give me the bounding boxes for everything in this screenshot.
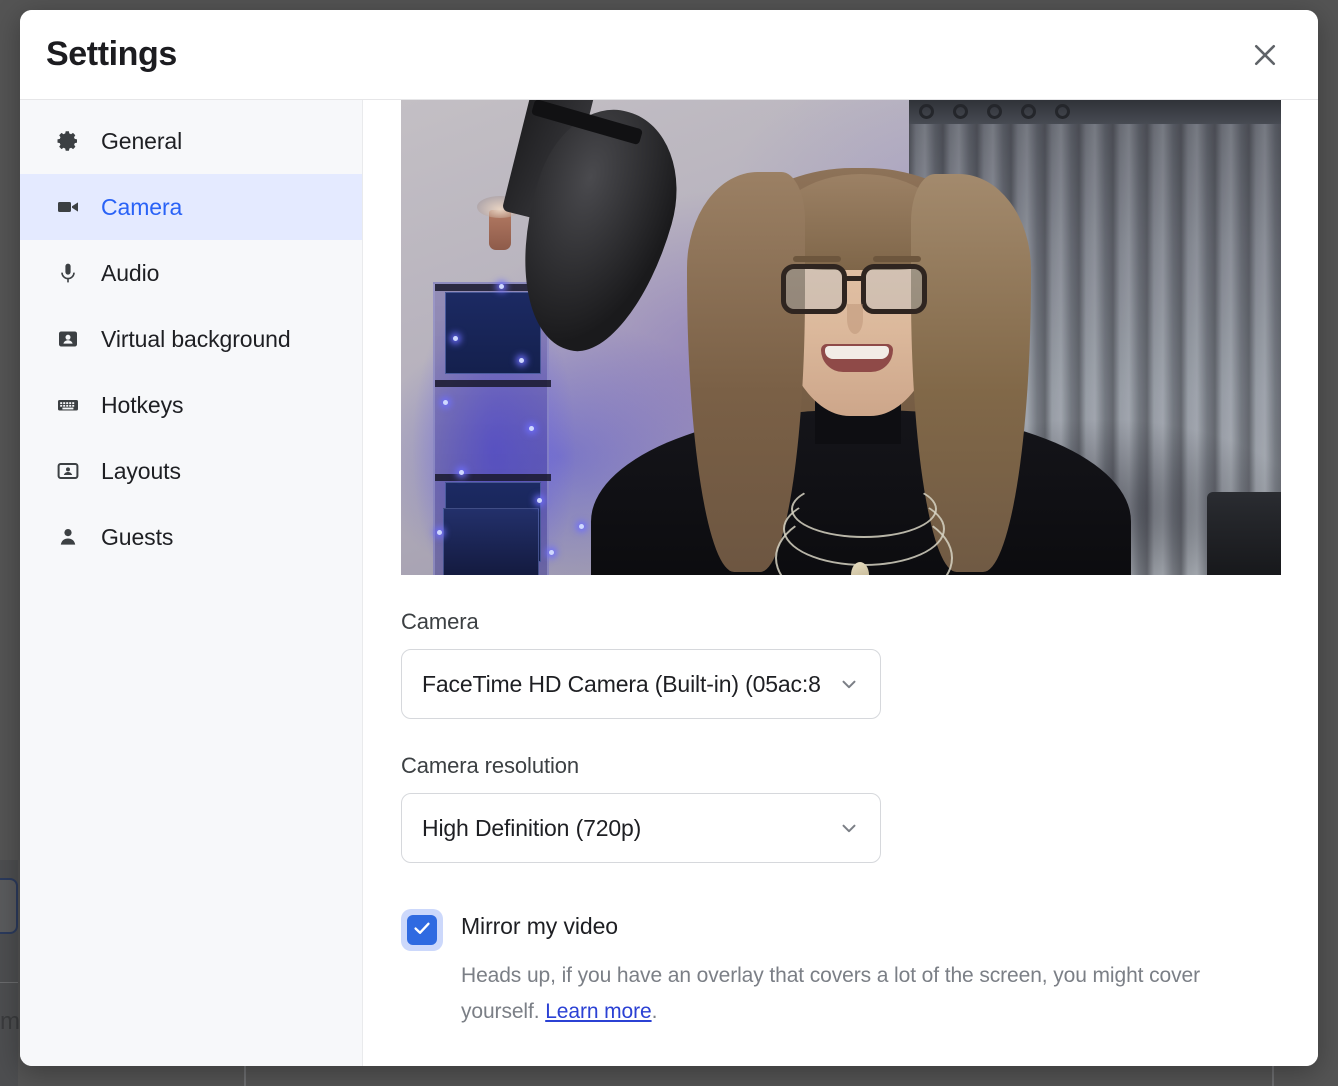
sidebar-item-layouts[interactable]: Layouts <box>20 438 362 504</box>
sidebar-item-hotkeys[interactable]: Hotkeys <box>20 372 362 438</box>
curtain-ring <box>919 104 934 119</box>
close-button[interactable] <box>1242 32 1288 78</box>
check-icon <box>411 917 433 944</box>
sidebar-item-label: Layouts <box>101 458 181 485</box>
person-icon <box>55 524 81 550</box>
fairy-light <box>499 284 504 289</box>
camera-resolution-label: Camera resolution <box>401 753 1318 779</box>
mirror-help-text: Heads up, if you have an overlay that co… <box>461 958 1251 1030</box>
sidebar-item-guests[interactable]: Guests <box>20 504 362 570</box>
fairy-light <box>519 358 524 363</box>
preview-glasses-bridge <box>845 276 863 281</box>
preview-box <box>443 508 539 575</box>
settings-content-camera: Camera FaceTime HD Camera (Built-in) (05… <box>363 100 1318 1066</box>
video-camera-icon <box>55 194 81 220</box>
fairy-light <box>579 524 584 529</box>
sidebar-item-label: Hotkeys <box>101 392 183 419</box>
chevron-down-icon <box>836 671 862 697</box>
sidebar-item-general[interactable]: General <box>20 108 362 174</box>
preview-nose <box>847 304 863 334</box>
shelf-plate <box>435 474 551 481</box>
mirror-text-block: Mirror my video Heads up, if you have an… <box>461 909 1251 1030</box>
curtain-ring <box>953 104 968 119</box>
camera-preview <box>401 100 1281 575</box>
fairy-light <box>549 550 554 555</box>
mirror-my-video-section: Mirror my video Heads up, if you have an… <box>401 909 1318 1030</box>
fairy-light <box>453 336 458 341</box>
sidebar-item-virtual-background[interactable]: Virtual background <box>20 306 362 372</box>
person-card-icon <box>55 326 81 352</box>
camera-field-group: Camera FaceTime HD Camera (Built-in) (05… <box>401 609 1318 719</box>
preview-eyebrow <box>793 256 841 262</box>
dialog-body: General Camera <box>20 100 1318 1066</box>
camera-resolution-select-value: High Definition (720p) <box>422 815 830 842</box>
page-title: Settings <box>44 35 177 74</box>
sidebar-item-label: Virtual background <box>101 326 291 353</box>
sidebar-item-audio[interactable]: Audio <box>20 240 362 306</box>
background-seam <box>1272 1066 1274 1086</box>
sidebar-item-label: Audio <box>101 260 159 287</box>
fairy-light <box>437 530 442 535</box>
camera-label: Camera <box>401 609 1318 635</box>
mirror-my-video-label: Mirror my video <box>461 913 1251 940</box>
fairy-light <box>459 470 464 475</box>
sidebar-item-label: Camera <box>101 194 182 221</box>
curtain-ring <box>1055 104 1070 119</box>
fairy-light <box>537 498 542 503</box>
fairy-light <box>443 400 448 405</box>
checkbox-box <box>407 915 437 945</box>
close-icon <box>1250 40 1280 70</box>
camera-resolution-select[interactable]: High Definition (720p) <box>401 793 881 863</box>
dialog-header: Settings <box>20 10 1318 100</box>
settings-sidebar: General Camera <box>20 100 363 1066</box>
preview-glasses-lens <box>781 264 847 314</box>
preview-glasses-lens <box>861 264 927 314</box>
layout-card-icon <box>55 458 81 484</box>
sidebar-item-camera[interactable]: Camera <box>20 174 362 240</box>
background-focused-control <box>0 878 18 934</box>
settings-dialog: Settings General <box>20 10 1318 1066</box>
mirror-my-video-checkbox[interactable] <box>401 909 443 951</box>
fairy-light <box>529 426 534 431</box>
preview-person <box>669 158 1049 575</box>
microphone-icon <box>55 260 81 286</box>
background-text-fragment: m <box>0 1010 20 1034</box>
mirror-help-text-after: . <box>652 1000 658 1023</box>
background-seam <box>244 1066 246 1086</box>
background-divider <box>0 982 18 983</box>
sidebar-item-label: Guests <box>101 524 173 551</box>
sidebar-item-label: General <box>101 128 182 155</box>
resolution-field-group: Camera resolution High Definition (720p) <box>401 753 1318 863</box>
camera-select[interactable]: FaceTime HD Camera (Built-in) (05ac:8 <box>401 649 881 719</box>
curtain-ring <box>987 104 1002 119</box>
learn-more-link[interactable]: Learn more <box>545 1000 651 1023</box>
keyboard-icon <box>55 392 81 418</box>
preview-chair <box>1207 492 1281 575</box>
shelf-poster <box>445 292 541 374</box>
gear-icon <box>55 128 81 154</box>
shelf-plate <box>435 380 551 387</box>
curtain-ring <box>1021 104 1036 119</box>
preview-teeth <box>825 346 889 359</box>
chevron-down-icon <box>836 815 862 841</box>
camera-select-value: FaceTime HD Camera (Built-in) (05ac:8 <box>422 671 830 698</box>
preview-eyebrow <box>873 256 921 262</box>
preview-mouth <box>821 344 893 372</box>
